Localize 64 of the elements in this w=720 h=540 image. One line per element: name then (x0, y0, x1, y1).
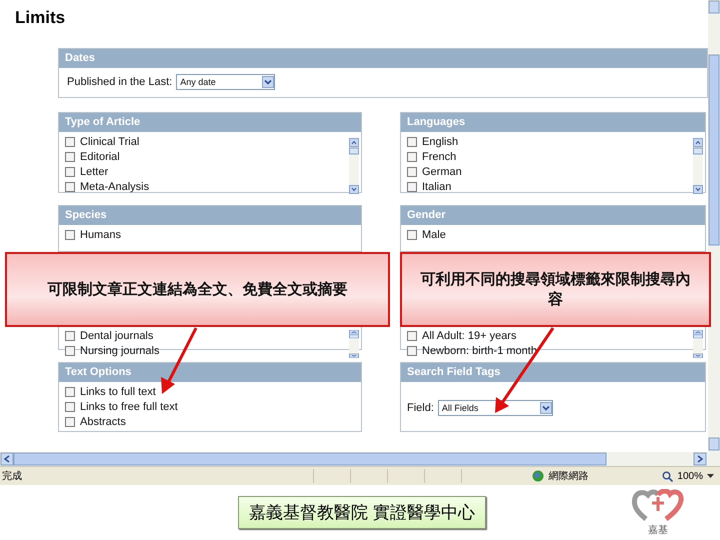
panel-header: Gender (401, 206, 705, 225)
vertical-scrollbar[interactable] (708, 0, 720, 452)
panel-header: Dates (59, 49, 707, 68)
checkbox-label: French (422, 150, 456, 162)
checkbox[interactable] (65, 166, 75, 176)
panel-header: Search Field Tags (401, 363, 705, 382)
status-text: 完成 (2, 470, 23, 483)
logo-text: 嘉基 (648, 524, 668, 537)
panel-header: Type of Article (59, 113, 361, 132)
checkbox-label: Editorial (80, 150, 120, 162)
checkbox-label: German (422, 166, 462, 178)
checkbox[interactable] (407, 136, 417, 146)
callout-box: 可利用不同的搜尋領域標籤來限制搜尋內容 (400, 252, 711, 327)
checkbox[interactable] (407, 182, 417, 192)
zoom-level[interactable]: 100% (677, 470, 703, 482)
date-dropdown[interactable]: Any date (176, 74, 276, 90)
checkbox-label: Dental journals (80, 330, 154, 342)
checkbox-label: Letter (80, 166, 108, 178)
field-dropdown[interactable]: All Fields (438, 400, 553, 416)
checkbox-label: English (422, 136, 458, 148)
checkbox-label: Male (422, 228, 446, 240)
heart-logo-icon (632, 489, 684, 523)
checkbox[interactable] (407, 230, 417, 240)
checkbox-label: Meta-Analysis (80, 180, 150, 192)
panel-header: Text Options (59, 363, 361, 382)
checkbox[interactable] (65, 152, 75, 162)
arrow (161, 327, 198, 394)
globe-icon (532, 470, 544, 482)
checkbox[interactable] (65, 230, 75, 240)
horizontal-scrollbar[interactable] (0, 452, 720, 466)
checkbox-label: Links to free full text (80, 400, 178, 412)
hospital-label: 嘉義基督教醫院 實證醫學中心 (238, 496, 486, 529)
panel-header: Species (59, 206, 361, 225)
list-scrollbar[interactable] (349, 138, 359, 194)
checkbox-label: Humans (80, 228, 121, 240)
magnifier-icon (662, 470, 674, 482)
checkbox[interactable] (65, 136, 75, 146)
checkbox-label: Nursing journals (80, 344, 160, 356)
panel-header: Languages (401, 113, 705, 132)
checkbox[interactable] (65, 386, 75, 396)
checkbox-label: All Adult: 19+ years (422, 330, 516, 342)
checkbox[interactable] (65, 402, 75, 412)
list-scrollbar[interactable] (693, 138, 703, 194)
checkbox-label: Newborn: birth-1 month (422, 344, 537, 356)
checkbox-label: Links to full text (80, 386, 156, 398)
field-label: Published in the Last: (67, 76, 172, 88)
checkbox[interactable] (407, 152, 417, 162)
caret-icon[interactable] (707, 474, 714, 478)
list-scrollbar[interactable] (693, 330, 703, 358)
checkbox[interactable] (65, 330, 75, 340)
page-title: Limits (14, 7, 66, 29)
field-label: Field: (407, 402, 434, 414)
checkbox[interactable] (407, 166, 417, 176)
checkbox[interactable] (407, 330, 417, 340)
checkbox-label: Italian (422, 180, 452, 192)
checkbox-label: Clinical Trial (80, 136, 140, 148)
checkbox[interactable] (407, 346, 417, 356)
checkbox[interactable] (65, 346, 75, 356)
zone-text: 網際網路 (548, 470, 590, 483)
list-scrollbar[interactable] (349, 330, 359, 358)
checkbox[interactable] (65, 416, 75, 426)
checkbox[interactable] (65, 182, 75, 192)
callout-box: 可限制文章正文連結為全文、免費全文或摘要 (5, 252, 390, 327)
checkbox-label: Abstracts (80, 416, 126, 428)
